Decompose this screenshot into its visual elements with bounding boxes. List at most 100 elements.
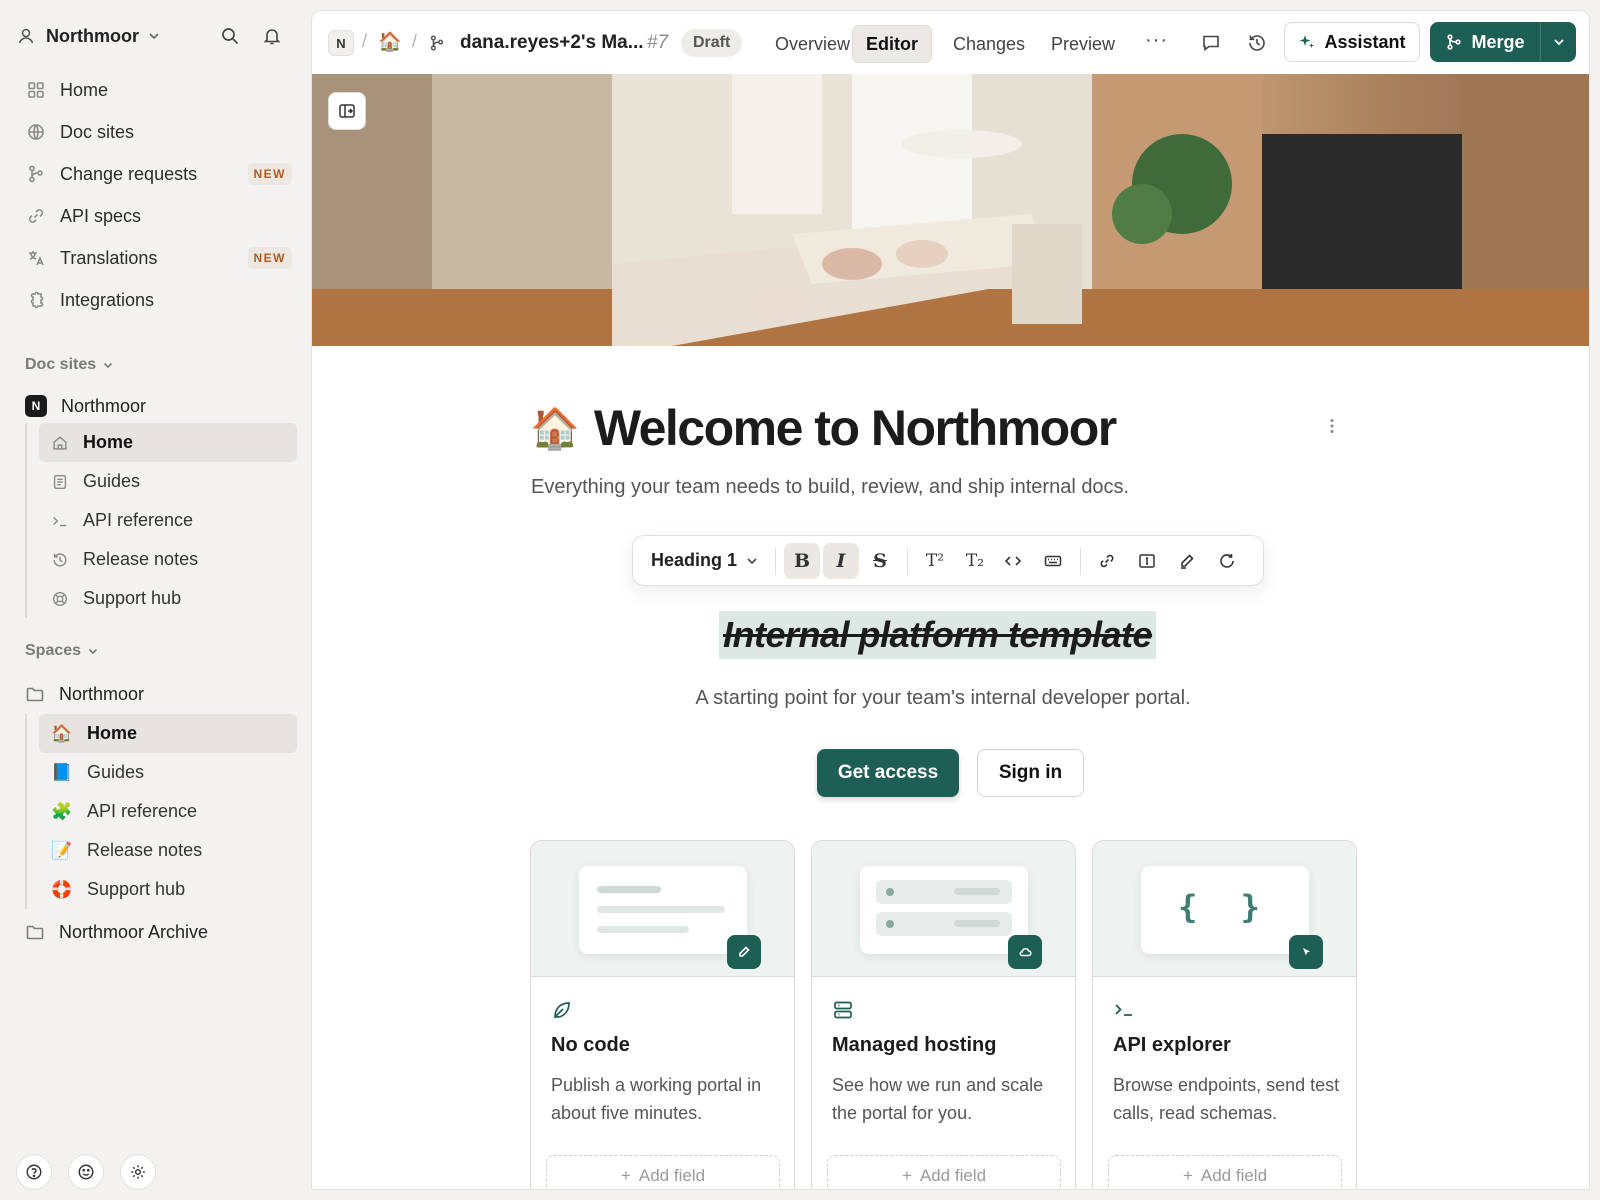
card-no-code[interactable]: No code Publish a working portal in abou… — [530, 840, 795, 1189]
block-type-label: Heading 1 — [651, 550, 738, 570]
inline-code-button[interactable] — [995, 543, 1031, 579]
history-icon[interactable] — [1246, 32, 1268, 54]
space-page-api-reference[interactable]: 🧩 API reference — [39, 792, 297, 831]
doc-site-page-guides[interactable]: Guides — [39, 462, 297, 501]
page-crumb-house-icon[interactable]: 🏠 — [378, 30, 402, 54]
nav-home[interactable]: Home — [14, 69, 300, 111]
space-page-release-notes[interactable]: 📝 Release notes — [39, 831, 297, 870]
mock-window: { } — [1141, 866, 1309, 954]
space-northmoor-archive[interactable]: Northmoor Archive — [25, 914, 208, 950]
merge-button[interactable]: Merge — [1430, 22, 1540, 62]
feedback-button[interactable] — [68, 1154, 104, 1190]
tab-changes[interactable]: Changes — [940, 25, 1038, 63]
new-badge: NEW — [247, 247, 292, 269]
nav-label: Translations — [60, 247, 158, 268]
add-field-button[interactable]: + Add field — [827, 1155, 1061, 1189]
org-name: Northmoor — [46, 25, 139, 46]
tab-editor[interactable]: Editor — [852, 25, 932, 63]
nav-label: Home — [60, 79, 109, 100]
nav-api-specs[interactable]: API specs — [14, 195, 300, 237]
org-switcher[interactable]: Northmoor — [16, 18, 296, 54]
space-page-support-hub[interactable]: 🛟 Support hub — [39, 870, 297, 909]
add-field-button[interactable]: + Add field — [1108, 1155, 1342, 1189]
doc-site-page-support-hub[interactable]: Support hub — [39, 579, 297, 618]
doc-site-page-release-notes[interactable]: Release notes — [39, 540, 297, 579]
italic-button[interactable]: I — [823, 543, 859, 579]
page-label: Guides — [83, 471, 141, 491]
mock-line — [597, 886, 661, 893]
globe-icon — [28, 124, 44, 140]
annotation-button[interactable] — [1129, 543, 1165, 579]
bold-button[interactable]: B — [784, 543, 820, 579]
subscript-button[interactable]: T₂ — [957, 543, 993, 579]
page-title-text[interactable]: Welcome to Northmoor — [594, 399, 1117, 457]
settings-button[interactable] — [120, 1154, 156, 1190]
card-description: Browse endpoints, send test calls, read … — [1113, 1075, 1340, 1123]
merge-options-button[interactable] — [1540, 22, 1576, 62]
page-emoji-icon[interactable]: 🏠 — [530, 405, 580, 452]
hero-heading[interactable]: Internal platform template — [723, 614, 1153, 656]
page-label: API reference — [83, 510, 194, 530]
status-badge: Draft — [681, 29, 743, 57]
toggle-sidebar-button[interactable] — [328, 92, 366, 130]
card-illustration — [531, 841, 794, 977]
highlight-button[interactable] — [1169, 543, 1205, 579]
doc-site-page-api-reference[interactable]: API reference — [39, 501, 297, 540]
reset-format-button[interactable] — [1209, 543, 1245, 579]
superscript-button[interactable]: T² — [917, 543, 953, 579]
space-northmoor[interactable]: Northmoor — [25, 676, 144, 712]
more-options-icon[interactable]: ··· — [1145, 29, 1168, 52]
status-dot — [886, 920, 894, 928]
nav-doc-sites[interactable]: Doc sites — [14, 111, 300, 153]
folder-icon — [26, 687, 44, 702]
space-label: Northmoor — [59, 683, 145, 704]
selected-text-highlight[interactable]: Internal platform template — [719, 611, 1157, 659]
doc-sites-heading[interactable]: Doc sites — [25, 356, 114, 374]
org-crumb[interactable]: N — [328, 30, 354, 56]
link-button[interactable] — [1089, 543, 1125, 579]
nav-label: Doc sites — [60, 121, 135, 142]
page-options-icon[interactable] — [1322, 416, 1342, 436]
terminal-icon — [53, 516, 67, 526]
assistant-button[interactable]: Assistant — [1284, 22, 1420, 62]
block-type-dropdown[interactable]: Heading 1 — [651, 550, 759, 571]
book-icon: 📘 — [51, 762, 73, 782]
server-icon — [834, 1001, 852, 1019]
cover-image[interactable] — [312, 74, 1589, 346]
nav-translations[interactable]: Translations NEW — [14, 237, 300, 279]
tab-preview[interactable]: Preview — [1038, 25, 1128, 63]
cloud-icon — [1019, 948, 1032, 957]
keyboard-button[interactable] — [1035, 543, 1071, 579]
space-page-guides[interactable]: 📘 Guides — [39, 753, 297, 792]
page-description[interactable]: Everything your team needs to build, rev… — [531, 476, 1129, 499]
link-icon — [1100, 554, 1114, 568]
card-description: See how we run and scale the portal for … — [832, 1075, 1044, 1123]
help-button[interactable] — [16, 1154, 52, 1190]
branch-icon — [430, 35, 444, 51]
bell-icon[interactable] — [262, 26, 282, 46]
page-title[interactable]: 🏠 Welcome to Northmoor — [530, 399, 1117, 457]
change-request-number: #7 — [647, 32, 669, 53]
search-icon[interactable] — [220, 26, 240, 46]
section-label: Doc sites — [25, 356, 97, 373]
card-managed-hosting[interactable]: Managed hosting See how we run and scale… — [811, 840, 1076, 1189]
card-api-explorer[interactable]: { } API explorer Browse endpoints, send … — [1092, 840, 1357, 1189]
add-field-button[interactable]: + Add field — [546, 1155, 780, 1189]
mock-window — [860, 866, 1028, 954]
tab-overview[interactable]: Overview — [762, 25, 863, 63]
merge-label: Merge — [1471, 31, 1525, 52]
strikethrough-button[interactable]: S — [862, 543, 898, 579]
hero-subheading[interactable]: A starting point for your team's interna… — [312, 687, 1574, 710]
sign-in-button[interactable]: Sign in — [977, 749, 1084, 797]
doc-site-page-home[interactable]: Home — [39, 423, 297, 462]
doc-site-northmoor[interactable]: N Northmoor — [25, 390, 146, 422]
code-icon — [1004, 556, 1022, 566]
spaces-heading[interactable]: Spaces — [25, 642, 99, 660]
comment-icon[interactable] — [1200, 32, 1222, 54]
space-page-home[interactable]: 🏠 Home — [39, 714, 297, 753]
get-access-button[interactable]: Get access — [817, 749, 959, 797]
change-request-title[interactable]: dana.reyes+2's Ma... — [460, 32, 644, 54]
nav-integrations[interactable]: Integrations — [14, 279, 300, 321]
toolbar-divider — [907, 548, 908, 575]
nav-change-requests[interactable]: Change requests NEW — [14, 153, 300, 195]
